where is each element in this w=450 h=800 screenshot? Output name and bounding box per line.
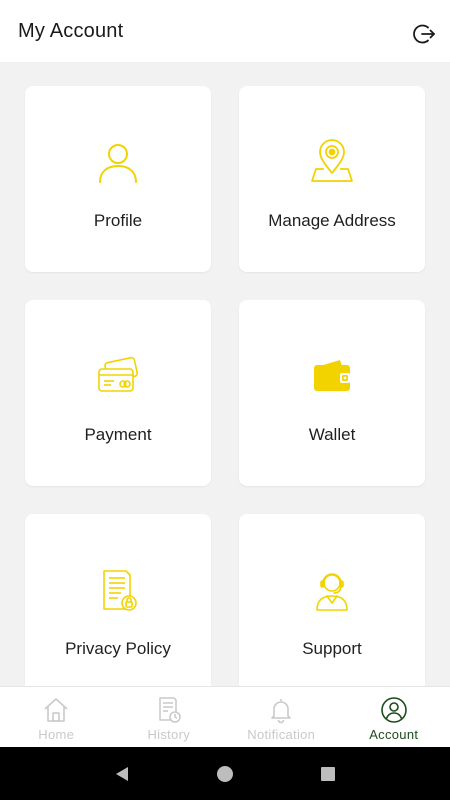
card-label: Payment [84,425,152,444]
bell-icon [266,695,296,725]
document-lock-icon [94,566,142,614]
history-icon [154,695,184,725]
bottom-navigation: Home History Notification Account [0,686,450,747]
system-recents-button[interactable] [308,754,348,794]
home-icon [41,695,71,725]
card-label: Support [302,639,362,658]
back-icon [115,766,128,781]
profile-card[interactable]: Profile [25,86,211,272]
nav-account[interactable]: Account [338,687,450,747]
system-back-button[interactable] [102,754,142,794]
support-card[interactable]: Support [239,514,425,686]
card-label: Wallet [308,425,356,444]
nav-label: Home [38,727,75,742]
logout-icon [413,24,435,44]
nav-label: Account [369,727,419,742]
support-agent-icon [308,566,356,614]
profile-icon [94,138,142,186]
app-header: My Account [0,0,450,62]
logout-button[interactable] [410,20,438,48]
page-title: My Account [18,19,124,42]
payment-card[interactable]: Payment [25,300,211,486]
card-label: Privacy Policy [65,639,171,658]
manage-address-card[interactable]: Manage Address [239,86,425,272]
nav-notification[interactable]: Notification [225,687,338,747]
system-navigation-bar [0,747,450,800]
card-label: Profile [93,211,143,230]
system-home-button[interactable] [205,754,245,794]
nav-home[interactable]: Home [0,687,113,747]
card-label: Manage Address [268,211,396,230]
wallet-card[interactable]: Wallet [239,300,425,486]
home-circle-icon [216,765,233,782]
credit-card-icon [94,352,142,400]
privacy-policy-card[interactable]: Privacy Policy [25,514,211,686]
account-icon [379,695,409,725]
recents-icon [321,766,336,781]
account-menu: Profile Manage Address Payment Wallet Pr… [0,62,450,686]
location-pin-icon [308,138,356,186]
nav-history[interactable]: History [113,687,226,747]
nav-label: History [147,727,191,742]
nav-label: Notification [247,727,316,742]
wallet-icon [308,352,356,400]
